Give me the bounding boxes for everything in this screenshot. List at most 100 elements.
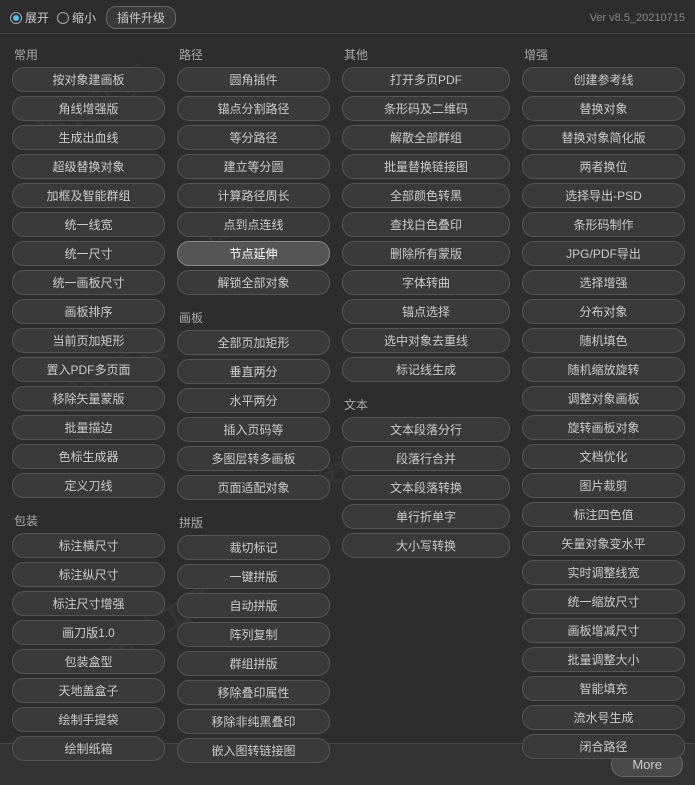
btn-typeset-3[interactable]: 阵列复制: [177, 622, 330, 647]
btn-path-2[interactable]: 等分路径: [177, 125, 330, 150]
btn-packaging-3[interactable]: 画刀版1.0: [12, 620, 165, 645]
btn-typeset-5[interactable]: 移除叠印属性: [177, 680, 330, 705]
btn-other-4[interactable]: 全部颜色转黑: [342, 183, 510, 208]
btn-enhance-19[interactable]: 画板增减尺寸: [522, 618, 685, 643]
btn-enhance-7[interactable]: 选择增强: [522, 270, 685, 295]
plugin-upgrade-button[interactable]: 插件升级: [106, 6, 176, 29]
btn-text-1[interactable]: 段落行合并: [342, 446, 510, 471]
btn-common-9[interactable]: 当前页加矩形: [12, 328, 165, 353]
btn-typeset-4[interactable]: 群组拼版: [177, 651, 330, 676]
btn-typeset-2[interactable]: 自动拼版: [177, 593, 330, 618]
btn-enhance-9[interactable]: 随机填色: [522, 328, 685, 353]
column-4: 增强 创建参考线替换对象替换对象简化版两者换位选择导出-PSD 条形码制作 JPG/…: [516, 40, 691, 765]
btn-path-1[interactable]: 锚点分割路径: [177, 96, 330, 121]
btn-common-12[interactable]: 批量描边: [12, 415, 165, 440]
btn-common-14[interactable]: 定义刀线: [12, 473, 165, 498]
btn-text-4[interactable]: 大小写转换: [342, 533, 510, 558]
btn-path-0[interactable]: 圆角插件: [177, 67, 330, 92]
btn-common-10[interactable]: 置入PDF多页面: [12, 357, 165, 382]
section-packaging: 包装 标注横尺寸标注纵尺寸标注尺寸增强画刀版1.0 包装盒型天地盖盒子绘制手提袋绘…: [6, 506, 171, 763]
btn-typeset-6[interactable]: 移除非纯黑叠印: [177, 709, 330, 734]
btn-artboard-0[interactable]: 全部页加矩形: [177, 330, 330, 355]
btn-common-4[interactable]: 加框及智能群组: [12, 183, 165, 208]
btn-typeset-0[interactable]: 裁切标记: [177, 535, 330, 560]
btn-packaging-0[interactable]: 标注横尺寸: [12, 533, 165, 558]
btn-enhance-21[interactable]: 智能填充: [522, 676, 685, 701]
shrink-radio[interactable]: 缩小: [57, 9, 96, 26]
btn-enhance-22[interactable]: 流水号生成: [522, 705, 685, 730]
btn-other-10[interactable]: 标记线生成: [342, 357, 510, 382]
btn-text-0[interactable]: 文本段落分行: [342, 417, 510, 442]
btn-other-6[interactable]: 删除所有蒙版: [342, 241, 510, 266]
btn-common-5[interactable]: 统一线宽: [12, 212, 165, 237]
btn-path-7[interactable]: 解锁全部对象: [177, 270, 330, 295]
btn-enhance-4[interactable]: 选择导出-PSD: [522, 183, 685, 208]
btn-other-9[interactable]: 选中对象去重线: [342, 328, 510, 353]
btn-artboard-1[interactable]: 垂直两分: [177, 359, 330, 384]
section-typeset-title: 拼版: [177, 510, 330, 535]
btn-enhance-6[interactable]: JPG/PDF导出: [522, 241, 685, 266]
btn-common-6[interactable]: 统一尺寸: [12, 241, 165, 266]
section-artboard-title: 画板: [177, 305, 330, 330]
btn-enhance-3[interactable]: 两者换位: [522, 154, 685, 179]
btn-enhance-0[interactable]: 创建参考线: [522, 67, 685, 92]
btn-enhance-11[interactable]: 调整对象画板: [522, 386, 685, 411]
btn-enhance-15[interactable]: 标注四色值: [522, 502, 685, 527]
btn-common-8[interactable]: 画板排序: [12, 299, 165, 324]
btn-other-2[interactable]: 解散全部群组: [342, 125, 510, 150]
btn-artboard-5[interactable]: 页面适配对象: [177, 475, 330, 500]
btn-enhance-23[interactable]: 闭合路径: [522, 734, 685, 759]
btn-enhance-5[interactable]: 条形码制作: [522, 212, 685, 237]
btn-common-0[interactable]: 按对象建画板: [12, 67, 165, 92]
btn-other-5[interactable]: 查找白色叠印: [342, 212, 510, 237]
section-other-title: 其他: [342, 42, 510, 67]
btn-artboard-4[interactable]: 多图层转多画板: [177, 446, 330, 471]
btn-packaging-6[interactable]: 绘制手提袋: [12, 707, 165, 732]
btn-enhance-8[interactable]: 分布对象: [522, 299, 685, 324]
btn-common-3[interactable]: 超级替换对象: [12, 154, 165, 179]
btn-enhance-14[interactable]: 图片裁剪: [522, 473, 685, 498]
btn-other-3[interactable]: 批量替换链接图: [342, 154, 510, 179]
btn-text-2[interactable]: 文本段落转换: [342, 475, 510, 500]
btn-path-6[interactable]: 节点延伸: [177, 241, 330, 266]
btn-other-7[interactable]: 字体转曲: [342, 270, 510, 295]
expand-radio[interactable]: 展开: [10, 9, 49, 26]
btn-enhance-20[interactable]: 批量调整大小: [522, 647, 685, 672]
section-text-title: 文本: [342, 392, 510, 417]
btn-common-1[interactable]: 角线增强版: [12, 96, 165, 121]
btn-common-7[interactable]: 统一画板尺寸: [12, 270, 165, 295]
btn-text-3[interactable]: 单行折单字: [342, 504, 510, 529]
btn-other-0[interactable]: 打开多页PDF: [342, 67, 510, 92]
btn-enhance-1[interactable]: 替换对象: [522, 96, 685, 121]
btn-enhance-13[interactable]: 文档优化: [522, 444, 685, 469]
section-common-title: 常用: [12, 42, 165, 67]
column-3: 其他 打开多页PDF 条形码及二维码解散全部群组批量替换链接图全部颜色转黑查找白色…: [336, 40, 516, 765]
btn-typeset-1[interactable]: 一键拼版: [177, 564, 330, 589]
btn-other-1[interactable]: 条形码及二维码: [342, 96, 510, 121]
btn-path-5[interactable]: 点到点连线: [177, 212, 330, 237]
btn-typeset-7[interactable]: 嵌入图转链接图: [177, 738, 330, 763]
section-enhance: 增强 创建参考线替换对象替换对象简化版两者换位选择导出-PSD 条形码制作 JPG/…: [516, 40, 691, 761]
btn-common-2[interactable]: 生成出血线: [12, 125, 165, 150]
btn-packaging-4[interactable]: 包装盒型: [12, 649, 165, 674]
btn-enhance-10[interactable]: 随机缩放旋转: [522, 357, 685, 382]
btn-enhance-12[interactable]: 旋转画板对象: [522, 415, 685, 440]
btn-artboard-2[interactable]: 水平两分: [177, 388, 330, 413]
column-1: 常用 按对象建画板角线增强版生成出血线超级替换对象加框及智能群组统一线宽统一尺寸…: [6, 40, 171, 765]
btn-artboard-3[interactable]: 插入页码等: [177, 417, 330, 442]
btn-common-11[interactable]: 移除矢量蒙版: [12, 386, 165, 411]
btn-path-3[interactable]: 建立等分圆: [177, 154, 330, 179]
section-enhance-title: 增强: [522, 42, 685, 67]
btn-enhance-17[interactable]: 实时调整线宽: [522, 560, 685, 585]
btn-path-4[interactable]: 计算路径周长: [177, 183, 330, 208]
btn-common-13[interactable]: 色标生成器: [12, 444, 165, 469]
btn-packaging-1[interactable]: 标注纵尺寸: [12, 562, 165, 587]
btn-enhance-2[interactable]: 替换对象简化版: [522, 125, 685, 150]
btn-packaging-5[interactable]: 天地盖盒子: [12, 678, 165, 703]
btn-other-8[interactable]: 锚点选择: [342, 299, 510, 324]
btn-enhance-16[interactable]: 矢量对象变水平: [522, 531, 685, 556]
section-packaging-title: 包装: [12, 508, 165, 533]
btn-packaging-7[interactable]: 绘制纸箱: [12, 736, 165, 761]
btn-packaging-2[interactable]: 标注尺寸增强: [12, 591, 165, 616]
btn-enhance-18[interactable]: 统一缩放尺寸: [522, 589, 685, 614]
